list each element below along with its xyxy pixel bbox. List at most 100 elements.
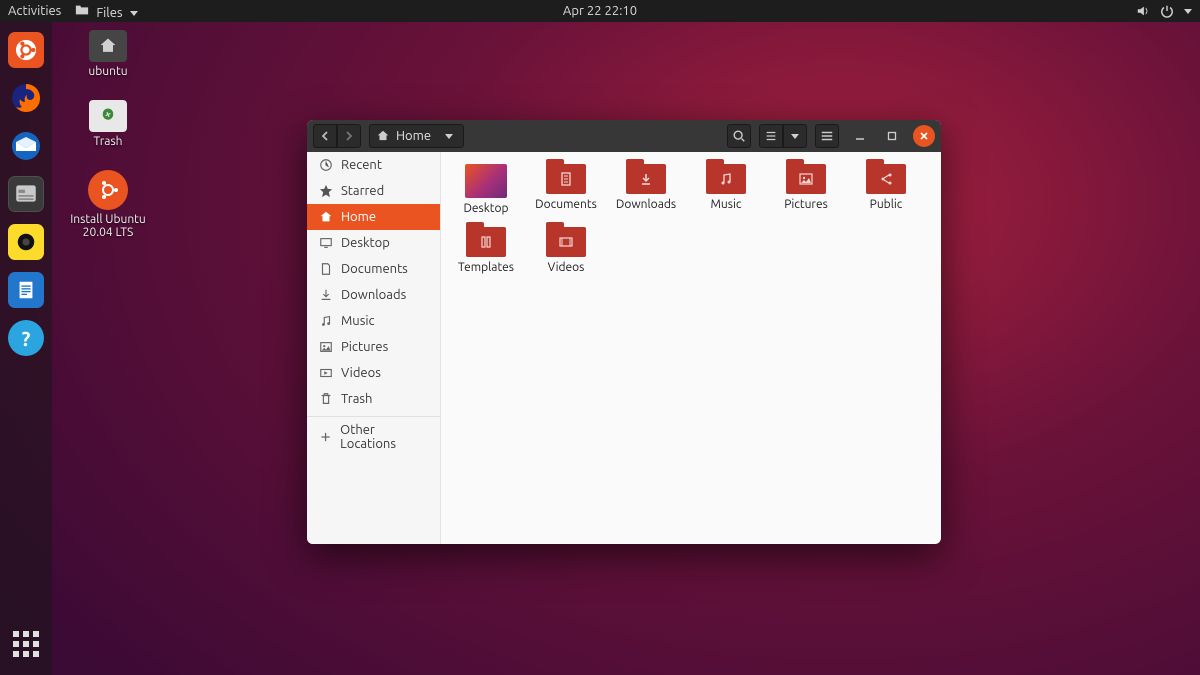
sidebar-item-downloads[interactable]: Downloads: [307, 282, 440, 308]
window-close-button[interactable]: [913, 125, 935, 147]
ubuntu-installer-icon: [88, 170, 128, 210]
folder-label: Templates: [458, 261, 514, 274]
sidebar-item-label: Desktop: [341, 236, 390, 250]
sidebar-item-label: Documents: [341, 262, 408, 276]
sidebar-item-home[interactable]: Home: [307, 204, 440, 230]
close-icon: [919, 131, 929, 141]
folder-desktop[interactable]: Desktop: [451, 164, 521, 215]
search-button[interactable]: [727, 124, 751, 148]
folder-templates-icon: [466, 227, 506, 257]
folder-desktop-icon: [465, 164, 507, 198]
trash-icon: [319, 392, 333, 406]
app-menu-button[interactable]: Files: [75, 3, 137, 20]
folder-downloads-icon: [626, 164, 666, 194]
firefox-icon: [10, 82, 42, 114]
folder-pictures-icon: [786, 164, 826, 194]
download-icon: [319, 288, 333, 302]
desktop-icon-installer[interactable]: Install Ubuntu 20.04 LTS: [62, 170, 154, 239]
sidebar-item-pictures[interactable]: Pictures: [307, 334, 440, 360]
path-label: Home: [396, 129, 431, 143]
question-icon: ?: [22, 327, 31, 350]
desktop-icon: [319, 236, 333, 250]
chevron-right-icon: [343, 130, 355, 142]
sidebar: Recent Starred Home Desktop Documents Do…: [307, 152, 441, 544]
dock-app-rhythmbox[interactable]: [8, 224, 44, 260]
search-icon: [732, 129, 746, 143]
view-list-button[interactable]: [759, 124, 783, 148]
activities-button[interactable]: Activities: [8, 4, 61, 18]
home-icon: [319, 210, 333, 224]
sidebar-item-label: Pictures: [341, 340, 388, 354]
window-maximize-button[interactable]: [881, 125, 903, 147]
folder-label: Music: [711, 198, 742, 211]
dock-app-thunderbird[interactable]: [8, 128, 44, 164]
folder-label: Public: [870, 198, 903, 211]
folder-icon: [75, 3, 89, 17]
folder-label: Downloads: [616, 198, 676, 211]
document-icon: [319, 262, 333, 276]
speaker-icon: [15, 231, 37, 253]
path-bar[interactable]: Home: [369, 124, 464, 148]
dock-app-firefox[interactable]: [8, 80, 44, 116]
list-icon: [764, 129, 778, 143]
folder-downloads[interactable]: Downloads: [611, 164, 681, 215]
folder-label: Pictures: [784, 198, 828, 211]
trash-icon: [89, 100, 127, 132]
app-menu-label: Files: [96, 6, 122, 20]
home-icon: [376, 129, 390, 143]
folder-pictures[interactable]: Pictures: [771, 164, 841, 215]
folder-videos[interactable]: Videos: [531, 227, 601, 274]
chevron-down-icon: [791, 134, 799, 139]
hamburger-menu-button[interactable]: [815, 124, 839, 148]
sidebar-item-documents[interactable]: Documents: [307, 256, 440, 282]
sidebar-item-label: Starred: [341, 184, 384, 198]
clock[interactable]: Apr 22 22:10: [563, 4, 637, 18]
sidebar-item-label: Music: [341, 314, 375, 328]
sidebar-item-music[interactable]: Music: [307, 308, 440, 334]
view-dropdown-button[interactable]: [783, 124, 807, 148]
power-icon[interactable]: [1160, 4, 1174, 18]
volume-icon[interactable]: [1136, 4, 1150, 18]
top-bar: Activities Files Apr 22 22:10: [0, 0, 1200, 22]
desktop-icon-label: Trash: [93, 135, 122, 148]
folder-videos-icon: [546, 227, 586, 257]
document-icon: [15, 279, 37, 301]
pictures-icon: [319, 340, 333, 354]
folder-label: Videos: [548, 261, 585, 274]
folder-music[interactable]: Music: [691, 164, 761, 215]
dock-app-help[interactable]: ?: [8, 320, 44, 356]
sidebar-item-starred[interactable]: Starred: [307, 178, 440, 204]
files-window: Home R: [307, 120, 941, 544]
dock-app-files[interactable]: [8, 176, 44, 212]
desktop-icons: ubuntu Trash Install Ubuntu 20.04 LTS: [62, 30, 154, 239]
maximize-icon: [887, 131, 897, 141]
folder-templates[interactable]: Templates: [451, 227, 521, 274]
dock-show-apps[interactable]: [9, 627, 43, 661]
desktop-icon-home[interactable]: ubuntu: [62, 30, 154, 78]
window-minimize-button[interactable]: [849, 125, 871, 147]
titlebar[interactable]: Home: [307, 120, 941, 152]
sidebar-item-trash[interactable]: Trash: [307, 386, 440, 412]
nav-back-button[interactable]: [313, 124, 337, 148]
star-icon: [319, 184, 333, 198]
sidebar-item-desktop[interactable]: Desktop: [307, 230, 440, 256]
sidebar-item-label: Trash: [341, 392, 372, 406]
sidebar-item-other-locations[interactable]: Other Locations: [307, 416, 440, 457]
dock-app-libreoffice[interactable]: [8, 272, 44, 308]
nav-forward-button[interactable]: [337, 124, 361, 148]
dock: ?: [0, 22, 52, 675]
desktop-icon-label: 20.04 LTS: [83, 226, 134, 239]
desktop-icon-trash[interactable]: Trash: [62, 100, 154, 148]
sidebar-item-recent[interactable]: Recent: [307, 152, 440, 178]
dock-app-ubuntu[interactable]: [8, 32, 44, 68]
sidebar-item-label: Videos: [341, 366, 381, 380]
folder-public[interactable]: Public: [851, 164, 921, 215]
sidebar-item-videos[interactable]: Videos: [307, 360, 440, 386]
folder-label: Desktop: [463, 202, 508, 215]
folder-music-icon: [706, 164, 746, 194]
thunderbird-icon: [10, 130, 42, 162]
chevron-down-icon[interactable]: [1184, 9, 1192, 14]
folder-documents[interactable]: Documents: [531, 164, 601, 215]
music-icon: [319, 314, 333, 328]
folder-grid: Desktop Documents Downloads Music: [441, 152, 941, 544]
